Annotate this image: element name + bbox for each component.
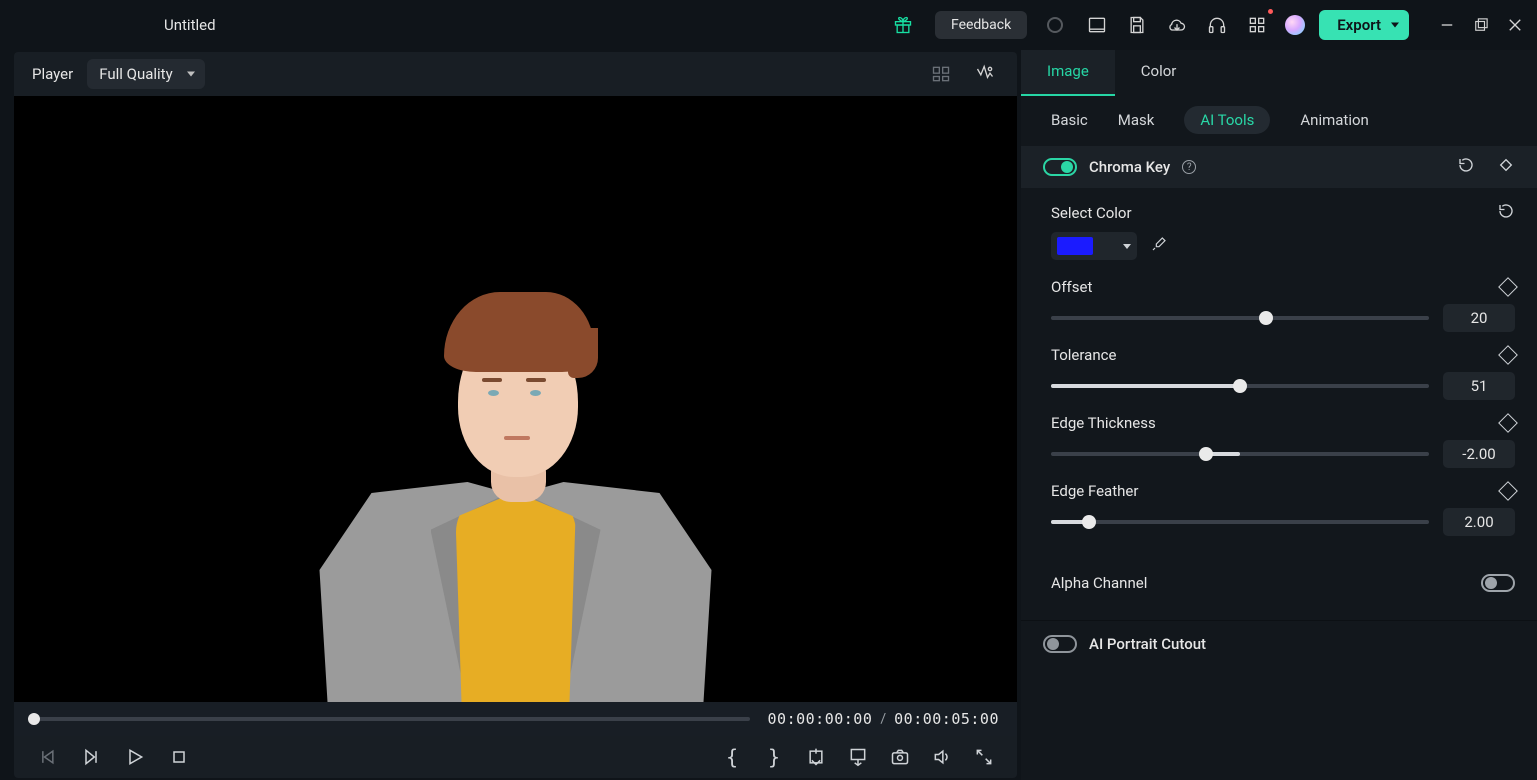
edge-thickness-thumb[interactable] bbox=[1199, 447, 1213, 461]
tab-ai-tools[interactable]: AI Tools bbox=[1184, 106, 1270, 134]
chevron-down-icon bbox=[1123, 244, 1131, 249]
preview-subject bbox=[316, 272, 716, 702]
scrub-thumb[interactable] bbox=[28, 713, 40, 725]
select-color-label: Select Color bbox=[1051, 204, 1132, 222]
tab-color[interactable]: Color bbox=[1115, 50, 1203, 96]
headphones-icon[interactable] bbox=[1203, 11, 1231, 39]
edge-thickness-slider[interactable] bbox=[1051, 452, 1429, 456]
reset-icon[interactable] bbox=[1457, 156, 1475, 178]
ai-portrait-cutout-toggle[interactable] bbox=[1043, 635, 1077, 653]
duration: 00:00:05:00 bbox=[894, 710, 999, 728]
time-separator: / bbox=[880, 711, 886, 727]
edge-feather-label: Edge Feather bbox=[1051, 482, 1138, 500]
feedback-button[interactable]: Feedback bbox=[935, 11, 1027, 39]
window-close-icon[interactable] bbox=[1507, 17, 1523, 33]
tab-mask[interactable]: Mask bbox=[1118, 111, 1155, 129]
stop-icon[interactable] bbox=[168, 746, 190, 768]
play-next-icon[interactable] bbox=[80, 746, 102, 768]
edge-thickness-value[interactable]: -2.00 bbox=[1443, 440, 1515, 468]
chroma-key-label: Chroma Key bbox=[1089, 158, 1170, 176]
crop-icon[interactable] bbox=[805, 746, 827, 768]
tolerance-slider[interactable] bbox=[1051, 384, 1429, 388]
color-swatch bbox=[1057, 237, 1093, 255]
ai-portrait-cutout-label: AI Portrait Cutout bbox=[1089, 635, 1206, 653]
window-minimize-icon[interactable] bbox=[1439, 17, 1455, 33]
project-title: Untitled bbox=[164, 16, 216, 34]
picture-in-picture-icon[interactable] bbox=[971, 60, 999, 88]
tolerance-keyframe-icon[interactable] bbox=[1498, 345, 1518, 365]
player-label: Player bbox=[32, 65, 73, 83]
edge-feather-value[interactable]: 2.00 bbox=[1443, 508, 1515, 536]
offset-thumb[interactable] bbox=[1259, 311, 1273, 325]
alpha-channel-label: Alpha Channel bbox=[1051, 574, 1147, 592]
snapshot-icon[interactable] bbox=[889, 746, 911, 768]
offset-slider[interactable] bbox=[1051, 316, 1429, 320]
apps-grid-icon[interactable] bbox=[1243, 11, 1271, 39]
layout-icon[interactable] bbox=[1083, 11, 1111, 39]
edge-thickness-label: Edge Thickness bbox=[1051, 414, 1156, 432]
gift-icon[interactable] bbox=[889, 11, 917, 39]
eyedropper-icon[interactable] bbox=[1151, 236, 1167, 256]
edge-feather-slider[interactable] bbox=[1051, 520, 1429, 524]
tolerance-label: Tolerance bbox=[1051, 346, 1116, 364]
edge-feather-keyframe-icon[interactable] bbox=[1498, 481, 1518, 501]
chroma-key-toggle[interactable] bbox=[1043, 158, 1077, 176]
tab-animation[interactable]: Animation bbox=[1300, 111, 1368, 129]
grid-view-icon[interactable] bbox=[927, 60, 955, 88]
record-indicator-icon bbox=[1047, 17, 1063, 33]
reset-select-color-icon[interactable] bbox=[1497, 202, 1515, 224]
cloud-download-icon[interactable] bbox=[1163, 11, 1191, 39]
volume-icon[interactable] bbox=[931, 746, 953, 768]
current-time: 00:00:00:00 bbox=[768, 710, 873, 728]
tolerance-value[interactable]: 51 bbox=[1443, 372, 1515, 400]
save-icon[interactable] bbox=[1123, 11, 1151, 39]
offset-label: Offset bbox=[1051, 278, 1092, 296]
offset-keyframe-icon[interactable] bbox=[1498, 277, 1518, 297]
fullscreen-icon[interactable] bbox=[973, 746, 995, 768]
mark-out-icon[interactable]: } bbox=[763, 746, 785, 768]
quality-select[interactable]: Full Quality bbox=[87, 59, 204, 89]
expand-down-icon[interactable] bbox=[847, 746, 869, 768]
preview-canvas[interactable] bbox=[14, 96, 1017, 702]
prev-frame-icon[interactable] bbox=[36, 746, 58, 768]
mark-in-icon[interactable]: { bbox=[721, 746, 743, 768]
tab-basic[interactable]: Basic bbox=[1051, 111, 1088, 129]
window-maximize-icon[interactable] bbox=[1473, 17, 1489, 33]
help-icon[interactable]: ? bbox=[1182, 160, 1196, 174]
play-icon[interactable] bbox=[124, 746, 146, 768]
scrub-track[interactable] bbox=[32, 717, 750, 721]
tab-image[interactable]: Image bbox=[1021, 50, 1115, 96]
avatar[interactable] bbox=[1285, 15, 1305, 35]
edge-feather-thumb[interactable] bbox=[1082, 515, 1096, 529]
edge-thickness-keyframe-icon[interactable] bbox=[1498, 413, 1518, 433]
export-button[interactable]: Export bbox=[1319, 10, 1409, 40]
alpha-channel-toggle[interactable] bbox=[1481, 574, 1515, 592]
offset-value[interactable]: 20 bbox=[1443, 304, 1515, 332]
keyframe-all-icon[interactable] bbox=[1497, 156, 1515, 178]
tolerance-thumb[interactable] bbox=[1233, 379, 1247, 393]
color-picker[interactable] bbox=[1051, 232, 1137, 260]
